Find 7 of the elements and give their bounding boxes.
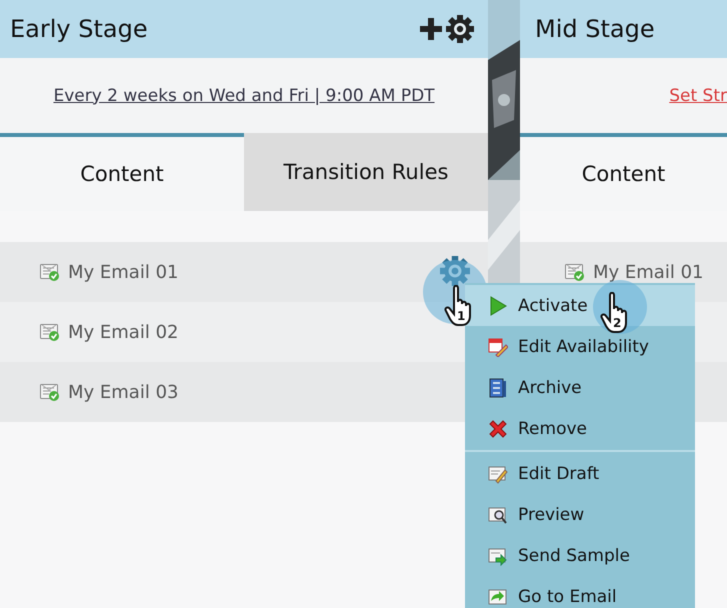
email-name: My Email 02 — [68, 322, 178, 342]
email-name: My Email 01 — [68, 262, 178, 282]
step-number: 1 — [457, 309, 466, 323]
email-name: My Email 01 — [593, 262, 704, 282]
stream-title: Mid Stage — [535, 15, 655, 43]
stream-title: Early Stage — [10, 15, 148, 43]
email-name: My Email 03 — [68, 382, 178, 402]
